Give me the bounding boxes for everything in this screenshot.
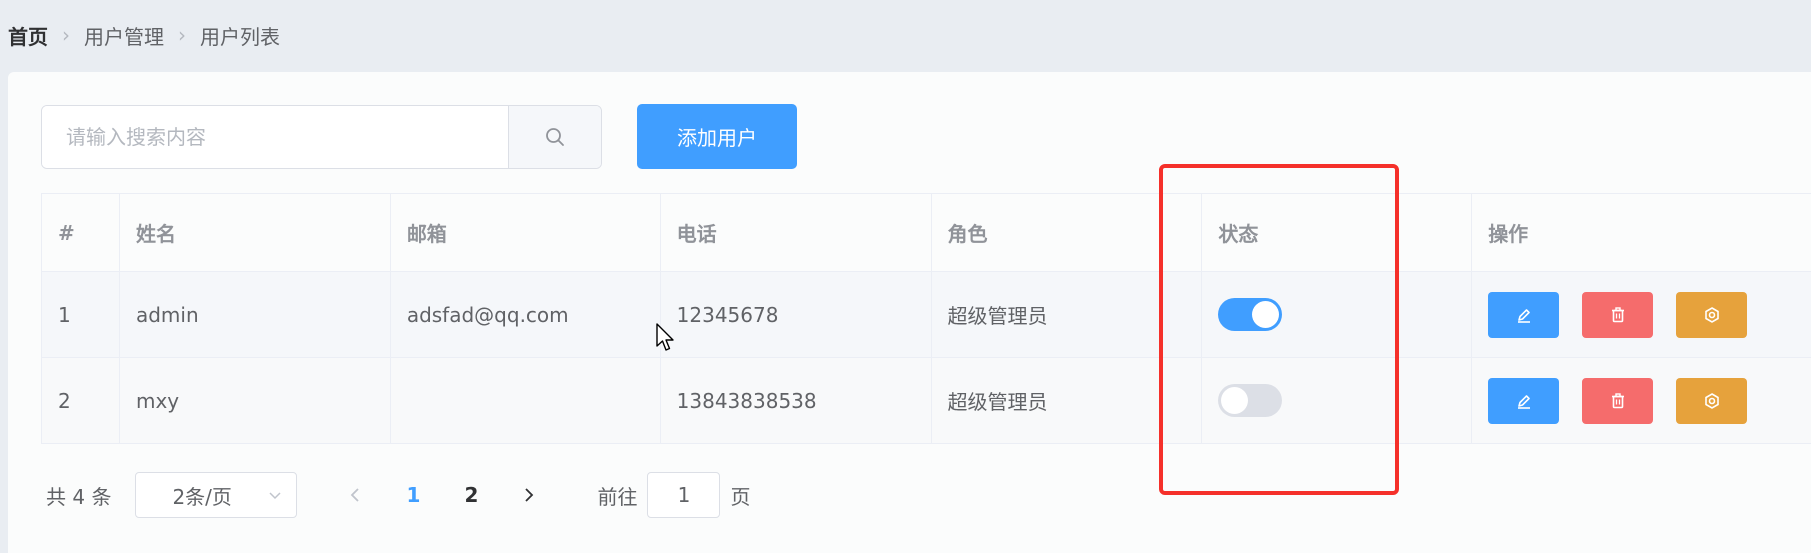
breadcrumb-separator: ›: [62, 23, 70, 47]
header-status: 状态: [1202, 194, 1473, 271]
assign-role-button[interactable]: [1676, 377, 1748, 424]
search-box: [41, 105, 602, 169]
breadcrumb-user-list: 用户列表: [200, 24, 280, 49]
cell-status: [1202, 358, 1473, 443]
setting-icon: [1704, 392, 1719, 409]
pagination-total: 共 4 条: [46, 484, 112, 509]
cell-name: mxy: [120, 358, 391, 443]
add-user-button[interactable]: 添加用户: [637, 104, 797, 169]
edit-button[interactable]: [1488, 291, 1560, 338]
cell-index: 1: [42, 272, 120, 357]
next-page-button[interactable]: [509, 487, 549, 503]
breadcrumb: 首页 › 用户管理 › 用户列表: [8, 20, 280, 50]
page-size-value: 2条/页: [172, 484, 232, 509]
cell-status: [1202, 272, 1473, 357]
pagination: 共 4 条 2条/页 1 2 前往 页: [46, 472, 750, 518]
jump-prefix: 前往: [597, 484, 638, 509]
delete-button[interactable]: [1582, 291, 1654, 338]
cell-email: adsfad@qq.com: [391, 272, 661, 357]
user-list-card: 添加用户 # 姓名 邮箱 电话 角色 状态 操作 1 admin adsfad@…: [8, 72, 1811, 553]
delete-button[interactable]: [1582, 377, 1654, 424]
status-switch[interactable]: [1218, 384, 1283, 417]
switch-knob: [1252, 301, 1280, 328]
prev-page-button[interactable]: [335, 487, 375, 503]
trash-icon: [1611, 306, 1624, 322]
cell-role: 超级管理员: [932, 358, 1203, 443]
cell-name: admin: [120, 272, 391, 357]
table-header-row: # 姓名 邮箱 电话 角色 状态 操作: [42, 194, 1811, 272]
edit-button[interactable]: [1488, 377, 1560, 424]
header-actions: 操作: [1488, 222, 1529, 246]
cell-email: [391, 358, 661, 443]
breadcrumb-home[interactable]: 首页: [8, 21, 48, 50]
setting-icon: [1704, 306, 1719, 323]
trash-icon: [1611, 392, 1624, 408]
page-number-2[interactable]: 2: [451, 483, 491, 507]
header-role: 角色: [932, 194, 1203, 271]
table-row: 1 admin adsfad@qq.com 12345678 超级管理员: [42, 272, 1811, 358]
header-email: 邮箱: [391, 194, 661, 271]
chevron-down-icon: [269, 492, 281, 500]
search-button[interactable]: [508, 106, 601, 168]
edit-icon: [1517, 394, 1530, 409]
breadcrumb-user-management: 用户管理: [84, 24, 164, 49]
page-jumper: 前往 页: [597, 472, 750, 518]
header-index: #: [42, 194, 120, 271]
jump-page-input[interactable]: [647, 472, 721, 518]
cell-role: 超级管理员: [932, 272, 1203, 357]
switch-knob: [1221, 387, 1249, 414]
edit-icon: [1517, 308, 1530, 323]
cell-phone: 12345678: [661, 272, 932, 357]
table-row: 2 mxy 13843838538 超级管理员: [42, 358, 1811, 444]
cell-index: 2: [42, 358, 120, 443]
chevron-left-icon: [351, 488, 360, 502]
chevron-right-icon: [525, 488, 534, 502]
search-icon: [546, 128, 564, 146]
page-size-select[interactable]: 2条/页: [135, 472, 298, 518]
assign-role-button[interactable]: [1676, 291, 1748, 338]
cell-phone: 13843838538: [661, 358, 932, 443]
breadcrumb-separator: ›: [178, 23, 186, 47]
search-input[interactable]: [42, 106, 508, 168]
cell-actions: [1472, 272, 1811, 357]
page-number-1[interactable]: 1: [393, 483, 433, 507]
header-phone: 电话: [661, 194, 932, 271]
mouse-cursor-icon: [656, 323, 674, 351]
cell-actions: [1472, 358, 1811, 443]
jump-suffix: 页: [730, 484, 751, 509]
status-switch[interactable]: [1218, 298, 1283, 331]
user-table: # 姓名 邮箱 电话 角色 状态 操作 1 admin adsfad@qq.co…: [41, 193, 1811, 444]
header-name: 姓名: [120, 194, 391, 271]
